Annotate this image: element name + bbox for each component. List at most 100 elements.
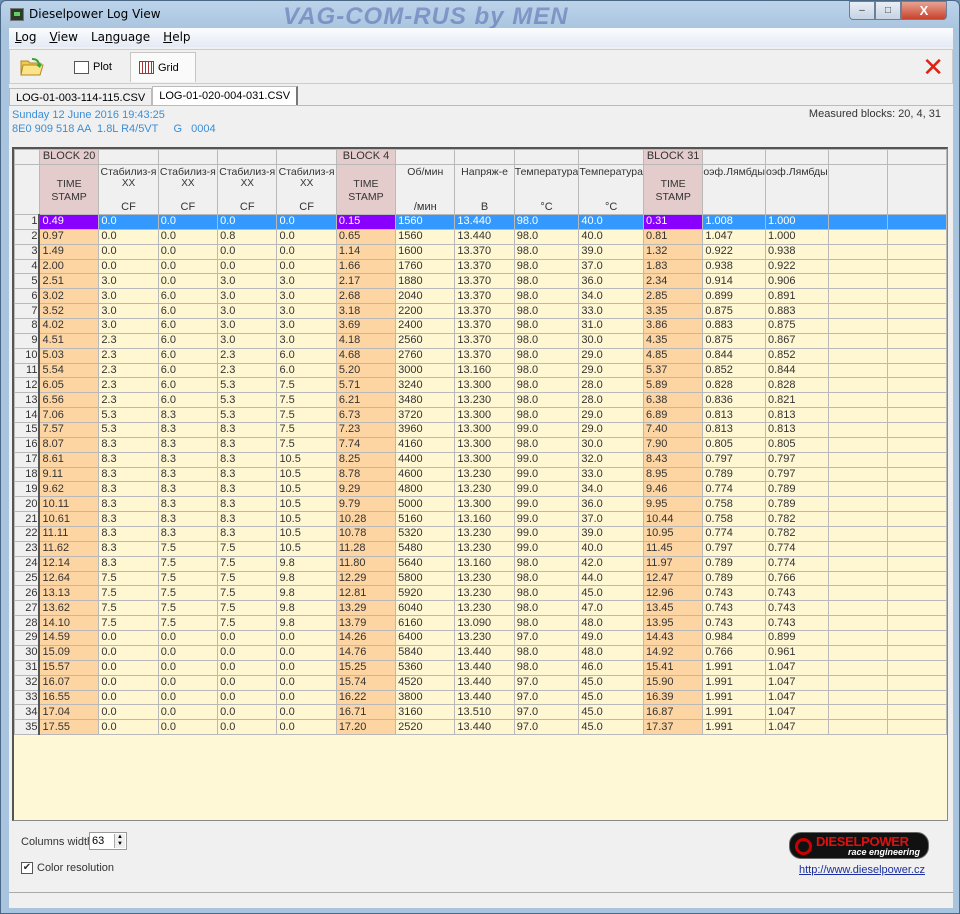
value-cell[interactable]: 7.5 [157,570,219,587]
timestamp-cell[interactable]: 10.95 [642,526,704,542]
table-row[interactable]: 5 2.51 3.0 0.0 3.0 3.0 2.17 1880 13.370 98.0 36.0 2… [14,273,947,290]
value-cell[interactable]: 3.0 [217,303,278,320]
value-cell[interactable]: 0.899 [702,288,766,305]
timestamp-cell[interactable]: 14.26 [335,630,397,646]
menu-item-language[interactable]: Language [85,28,157,47]
value-cell[interactable] [827,318,888,334]
table-row[interactable]: 15 7.57 5.3 8.3 8.3 7.5 7.23 3960 13.300 99.0 29.0… [14,422,947,438]
value-cell[interactable]: 0.774 [702,481,766,498]
column-header[interactable]: Стабилиз-я XX CF [98,164,159,215]
value-cell[interactable] [886,273,947,290]
value-cell[interactable] [886,630,947,646]
value-cell[interactable]: 33.0 [578,466,644,483]
value-cell[interactable] [827,615,888,632]
value-cell[interactable]: 0.0 [217,243,278,260]
timestamp-cell[interactable]: 8.95 [642,466,704,483]
value-cell[interactable]: 31.0 [578,318,644,334]
timestamp-cell[interactable]: 6.56 [38,392,100,409]
row-number[interactable]: 3 [14,243,41,260]
timestamp-cell[interactable]: 13.29 [335,600,397,617]
value-cell[interactable]: 0.938 [764,243,829,260]
value-cell[interactable] [886,377,947,394]
value-cell[interactable] [827,689,888,706]
value-cell[interactable]: 3.0 [98,303,159,320]
minimize-button[interactable]: – [849,1,875,20]
value-cell[interactable]: 7.5 [217,555,278,572]
value-cell[interactable]: 10.5 [276,481,337,498]
value-cell[interactable]: 6040 [395,600,456,617]
value-cell[interactable]: 0.782 [764,526,829,542]
value-cell[interactable]: 13.300 [454,496,515,513]
timestamp-cell[interactable]: 10.28 [335,511,397,528]
value-cell[interactable]: 7.5 [217,615,278,632]
value-cell[interactable]: 0.828 [764,377,829,394]
value-cell[interactable]: 7.5 [276,436,337,453]
value-cell[interactable]: 0.789 [764,496,829,513]
timestamp-cell[interactable]: 6.05 [38,377,100,394]
value-cell[interactable]: 8.3 [217,511,278,528]
value-cell[interactable]: 2400 [395,318,456,334]
timestamp-cell[interactable]: 0.97 [38,228,100,245]
timestamp-cell[interactable]: 16.71 [335,704,397,721]
value-cell[interactable]: 2.3 [98,377,159,394]
value-cell[interactable] [886,451,947,468]
value-cell[interactable] [827,347,888,364]
value-cell[interactable]: 98.0 [513,288,580,305]
value-cell[interactable]: 99.0 [513,451,580,468]
value-cell[interactable]: 0.0 [276,704,337,721]
column-header[interactable]: оэф.Лямбды [764,164,829,215]
table-row[interactable]: 26 13.13 7.5 7.5 7.5 9.8 12.81 5920 13.230 98.0 45… [14,585,947,602]
value-cell[interactable]: 36.0 [578,496,644,513]
row-number[interactable]: 11 [14,362,41,379]
value-cell[interactable]: 28.0 [578,392,644,409]
value-cell[interactable]: 40.0 [578,214,644,230]
table-row[interactable]: 22 11.11 8.3 8.3 8.3 10.5 10.78 5320 13.230 99.0 3… [14,526,947,542]
value-cell[interactable]: 99.0 [513,496,580,513]
value-cell[interactable]: 97.0 [513,704,580,721]
value-cell[interactable]: 0.899 [764,630,829,646]
timestamp-cell[interactable]: 14.76 [335,644,397,661]
value-cell[interactable]: 9.8 [276,615,337,632]
value-cell[interactable]: 0.782 [764,511,829,528]
value-cell[interactable]: 0.774 [764,555,829,572]
value-cell[interactable]: 3.0 [98,288,159,305]
value-cell[interactable]: 45.0 [578,585,644,602]
value-cell[interactable]: 0.0 [157,689,219,706]
table-row[interactable]: 7 3.52 3.0 6.0 3.0 3.0 3.18 2200 13.370 98.0 33.0 3… [14,303,947,320]
value-cell[interactable] [827,273,888,290]
column-header[interactable]: TIME STAMP [642,164,704,215]
timestamp-cell[interactable]: 11.80 [335,555,397,572]
value-cell[interactable]: 0.961 [764,644,829,661]
table-row[interactable]: 8 4.02 3.0 6.0 3.0 3.0 3.69 2400 13.370 98.0 31.0 3… [14,318,947,334]
value-cell[interactable]: 7.5 [157,615,219,632]
value-cell[interactable]: 0.797 [764,451,829,468]
timestamp-cell[interactable]: 0.65 [335,228,397,245]
table-row[interactable]: 1 0.49 0.0 0.0 0.0 0.0 0.15 1560 13.440 98.0 40.0 0… [14,214,947,230]
value-cell[interactable] [886,407,947,424]
value-cell[interactable] [886,258,947,275]
value-cell[interactable] [827,407,888,424]
value-cell[interactable]: 40.0 [578,540,644,557]
value-cell[interactable] [827,570,888,587]
value-cell[interactable]: 3.0 [217,273,278,290]
timestamp-cell[interactable]: 2.51 [38,273,100,290]
value-cell[interactable]: 1.047 [764,674,829,691]
value-cell[interactable] [886,570,947,587]
value-cell[interactable]: 1.991 [702,659,766,676]
row-number[interactable]: 29 [14,630,41,646]
timestamp-cell[interactable]: 9.62 [38,481,100,498]
value-cell[interactable]: 2.3 [98,392,159,409]
value-cell[interactable]: 0.922 [702,243,766,260]
timestamp-cell[interactable]: 11.97 [642,555,704,572]
row-number[interactable]: 19 [14,481,41,498]
value-cell[interactable]: 97.0 [513,674,580,691]
table-row[interactable]: 11 5.54 2.3 6.0 2.3 6.0 5.20 3000 13.160 98.0 29.0… [14,362,947,379]
value-cell[interactable]: 8.3 [157,407,219,424]
value-cell[interactable]: 2560 [395,332,456,349]
value-cell[interactable]: 0.0 [98,659,159,676]
value-cell[interactable]: 4400 [395,451,456,468]
value-cell[interactable]: 6.0 [276,362,337,379]
value-cell[interactable]: 13.440 [454,644,515,661]
close-log-icon[interactable]: ✕ [922,54,944,80]
value-cell[interactable]: 5360 [395,659,456,676]
